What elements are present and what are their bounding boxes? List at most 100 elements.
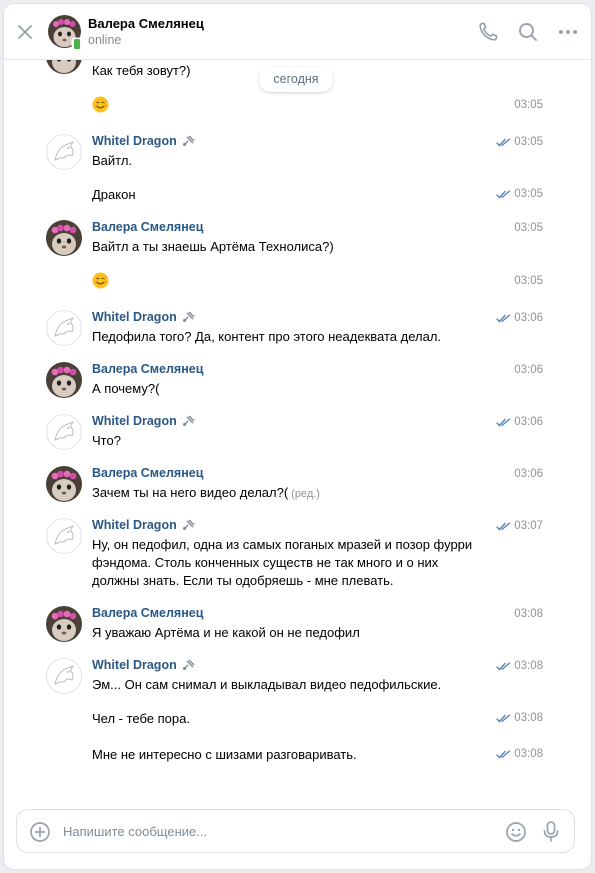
message-meta: 03:08	[496, 748, 543, 760]
message: Whitel Dragon Ну, он педофил, одна из са…	[4, 518, 591, 594]
message-text: Педофила того? Да, контент про этого неа…	[92, 329, 442, 344]
message: Whitel Dragon Педофила того? Да, контент…	[4, 310, 591, 350]
message-meta: 03:07	[496, 520, 543, 532]
avatar[interactable]	[46, 310, 82, 346]
message-meta: 03:05	[496, 136, 543, 148]
message-text: Зачем ты на него видео делал?(	[92, 485, 289, 500]
message-time: 03:05	[514, 136, 543, 148]
message: Мне не интересно с шизами разговаривать.…	[4, 746, 591, 766]
message-meta: 03:08	[514, 608, 543, 620]
author-name[interactable]: Валера Смелянец	[92, 220, 203, 234]
avatar[interactable]	[46, 466, 82, 502]
message-time: 03:08	[514, 748, 543, 760]
author-name[interactable]: Whitel Dragon	[92, 310, 177, 324]
message-meta: 03:05	[514, 275, 543, 287]
message-text: Я уважаю Артёма и не какой он не педофил	[92, 625, 360, 640]
message: Чел - тебе пора. 03:08	[4, 710, 591, 730]
message-meta: 03:05	[514, 99, 543, 111]
chat-window: Валера Смелянец online сегодня Как тебя …	[4, 4, 591, 869]
message-time: 03:06	[514, 312, 543, 324]
author-name[interactable]: Whitel Dragon	[92, 134, 177, 148]
contact-name[interactable]: Валера Смелянец	[88, 16, 204, 31]
message-time: 03:06	[514, 416, 543, 428]
message: Валера Смелянец Я уважаю Артёма и не как…	[4, 606, 591, 646]
message-time: 03:05	[514, 99, 543, 111]
message-meta: 03:05	[496, 188, 543, 200]
read-check-icon	[496, 749, 511, 758]
satellite-icon	[182, 415, 195, 426]
smiling-face-emoji	[92, 272, 109, 289]
message-time: 03:05	[514, 188, 543, 200]
message: 03:05	[4, 272, 591, 296]
message-meta: 03:08	[496, 712, 543, 724]
avatar	[46, 60, 82, 74]
avatar[interactable]	[46, 134, 82, 170]
message-list[interactable]: Как тебя зовут?) 03:05 Whitel Dragon Вай…	[4, 60, 591, 800]
author-name[interactable]: Whitel Dragon	[92, 658, 177, 672]
edited-label: (ред.)	[291, 488, 320, 500]
message: Whitel Dragon Вайтл. 03:05	[4, 134, 591, 174]
message-text: Что?	[92, 433, 121, 448]
avatar[interactable]	[46, 658, 82, 694]
message-text: Мне не интересно с шизами разговаривать.	[92, 747, 357, 762]
smile-icon[interactable]	[505, 821, 527, 843]
message-text: А почему?(	[92, 381, 160, 396]
smiling-face-emoji	[92, 96, 109, 113]
message: 03:05	[4, 96, 591, 120]
read-check-icon	[496, 661, 511, 670]
message-time: 03:06	[514, 468, 543, 480]
search-icon[interactable]	[516, 20, 540, 44]
avatar[interactable]	[46, 220, 82, 256]
message: Whitel Dragon Эм... Он сам снимал и выкл…	[4, 658, 591, 698]
author-name[interactable]: Whitel Dragon	[92, 518, 177, 532]
message-meta: 03:06	[514, 364, 543, 376]
close-icon[interactable]	[14, 21, 36, 43]
date-separator: сегодня	[259, 67, 333, 92]
message: Валера Смелянец Зачем ты на него видео д…	[4, 466, 591, 506]
message: Валера Смелянец А почему?( 03:06	[4, 362, 591, 402]
message-time: 03:07	[514, 520, 543, 532]
read-check-icon	[496, 137, 511, 146]
read-check-icon	[496, 189, 511, 198]
avatar[interactable]	[46, 518, 82, 554]
message-time: 03:08	[514, 660, 543, 672]
online-mobile-icon	[71, 37, 83, 51]
message-composer	[16, 809, 575, 853]
avatar[interactable]	[46, 362, 82, 398]
message-meta: 03:06	[514, 468, 543, 480]
message-text: Эм... Он сам снимал и выкладывал видео п…	[92, 677, 442, 692]
message-input[interactable]	[63, 816, 483, 846]
message-time: 03:08	[514, 712, 543, 724]
message-meta: 03:06	[496, 312, 543, 324]
message-time: 03:05	[514, 275, 543, 287]
satellite-icon	[182, 519, 195, 530]
avatar[interactable]	[46, 606, 82, 642]
add-circle-icon[interactable]	[29, 821, 51, 843]
author-name[interactable]: Whitel Dragon	[92, 414, 177, 428]
message-text: Вайтл.	[92, 153, 133, 168]
more-icon[interactable]	[556, 20, 580, 44]
contact-status: online	[88, 33, 122, 47]
message: Дракон 03:05	[4, 186, 591, 206]
satellite-icon	[182, 311, 195, 322]
message-meta: 03:06	[496, 416, 543, 428]
author-name[interactable]: Валера Смелянец	[92, 362, 203, 376]
read-check-icon	[496, 521, 511, 530]
avatar[interactable]	[46, 414, 82, 450]
message-text: Ну, он педофил, одна из самых поганых мр…	[92, 537, 473, 588]
microphone-icon[interactable]	[540, 820, 562, 844]
chat-header: Валера Смелянец online	[4, 4, 591, 60]
phone-icon[interactable]	[476, 20, 500, 44]
read-check-icon	[496, 713, 511, 722]
message: Валера Смелянец Вайтл а ты знаешь Артёма…	[4, 220, 591, 260]
read-check-icon	[496, 313, 511, 322]
message-text: Чел - тебе пора.	[92, 711, 190, 726]
message: Whitel Dragon Что? 03:06	[4, 414, 591, 454]
author-name[interactable]: Валера Смелянец	[92, 606, 203, 620]
satellite-icon	[182, 659, 195, 670]
message-time: 03:08	[514, 608, 543, 620]
author-name[interactable]: Валера Смелянец	[92, 466, 203, 480]
message-meta: 03:05	[514, 222, 543, 234]
message-time: 03:06	[514, 364, 543, 376]
message-time: 03:05	[514, 222, 543, 234]
